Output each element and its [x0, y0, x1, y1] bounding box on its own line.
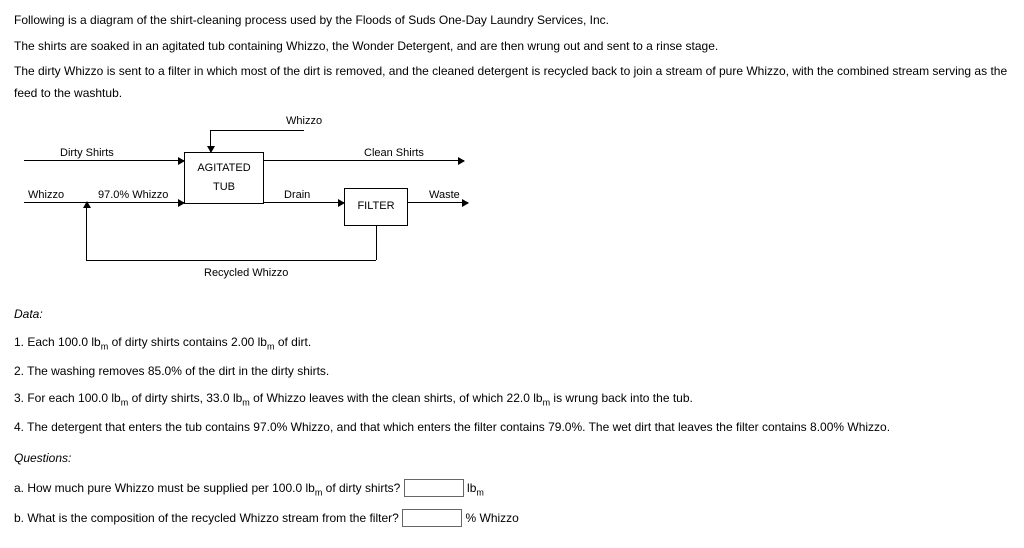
line — [376, 226, 377, 260]
unit-a: lbm — [467, 481, 484, 495]
box-filter: FILTER — [344, 188, 408, 226]
label-recycled: Recycled Whizzo — [204, 264, 288, 284]
label-waste: Waste — [429, 186, 460, 206]
questions-title: Questions: — [14, 448, 1010, 470]
label-clean-shirts: Clean Shirts — [364, 144, 424, 164]
line — [24, 202, 184, 203]
intro-line-1: Following is a diagram of the shirt-clea… — [14, 10, 1010, 32]
data-item-3: 3. For each 100.0 lbm of dirty shirts, 3… — [14, 388, 1010, 411]
line — [210, 130, 211, 152]
data-item-2: 2. The washing removes 85.0% of the dirt… — [14, 361, 1010, 383]
process-diagram: Whizzo Dirty Shirts AGITATED TUB Whizzo … — [14, 112, 614, 292]
line — [210, 130, 304, 131]
data-item-4: 4. The detergent that enters the tub con… — [14, 417, 1010, 439]
line — [86, 260, 376, 261]
question-a: a. How much pure Whizzo must be supplied… — [14, 478, 1010, 501]
data-title: Data: — [14, 304, 1010, 326]
data-item-1: 1. Each 100.0 lbm of dirty shirts contai… — [14, 332, 1010, 355]
unit-b: % Whizzo — [466, 511, 519, 525]
intro-line-2: The shirts are soaked in an agitated tub… — [14, 36, 1010, 58]
label-drain: Drain — [284, 186, 310, 206]
line — [86, 202, 87, 260]
label-whizzo-top: Whizzo — [286, 112, 322, 132]
data-list: 1. Each 100.0 lbm of dirty shirts contai… — [14, 332, 1010, 438]
intro-text: Following is a diagram of the shirt-clea… — [14, 10, 1010, 104]
question-b: b. What is the composition of the recycl… — [14, 508, 1010, 530]
intro-line-3: The dirty Whizzo is sent to a filter in … — [14, 61, 1010, 104]
box-agitated-tub: AGITATED TUB — [184, 152, 264, 204]
answer-b-input[interactable] — [402, 509, 462, 527]
answer-a-input[interactable] — [404, 479, 464, 497]
line — [24, 160, 184, 161]
